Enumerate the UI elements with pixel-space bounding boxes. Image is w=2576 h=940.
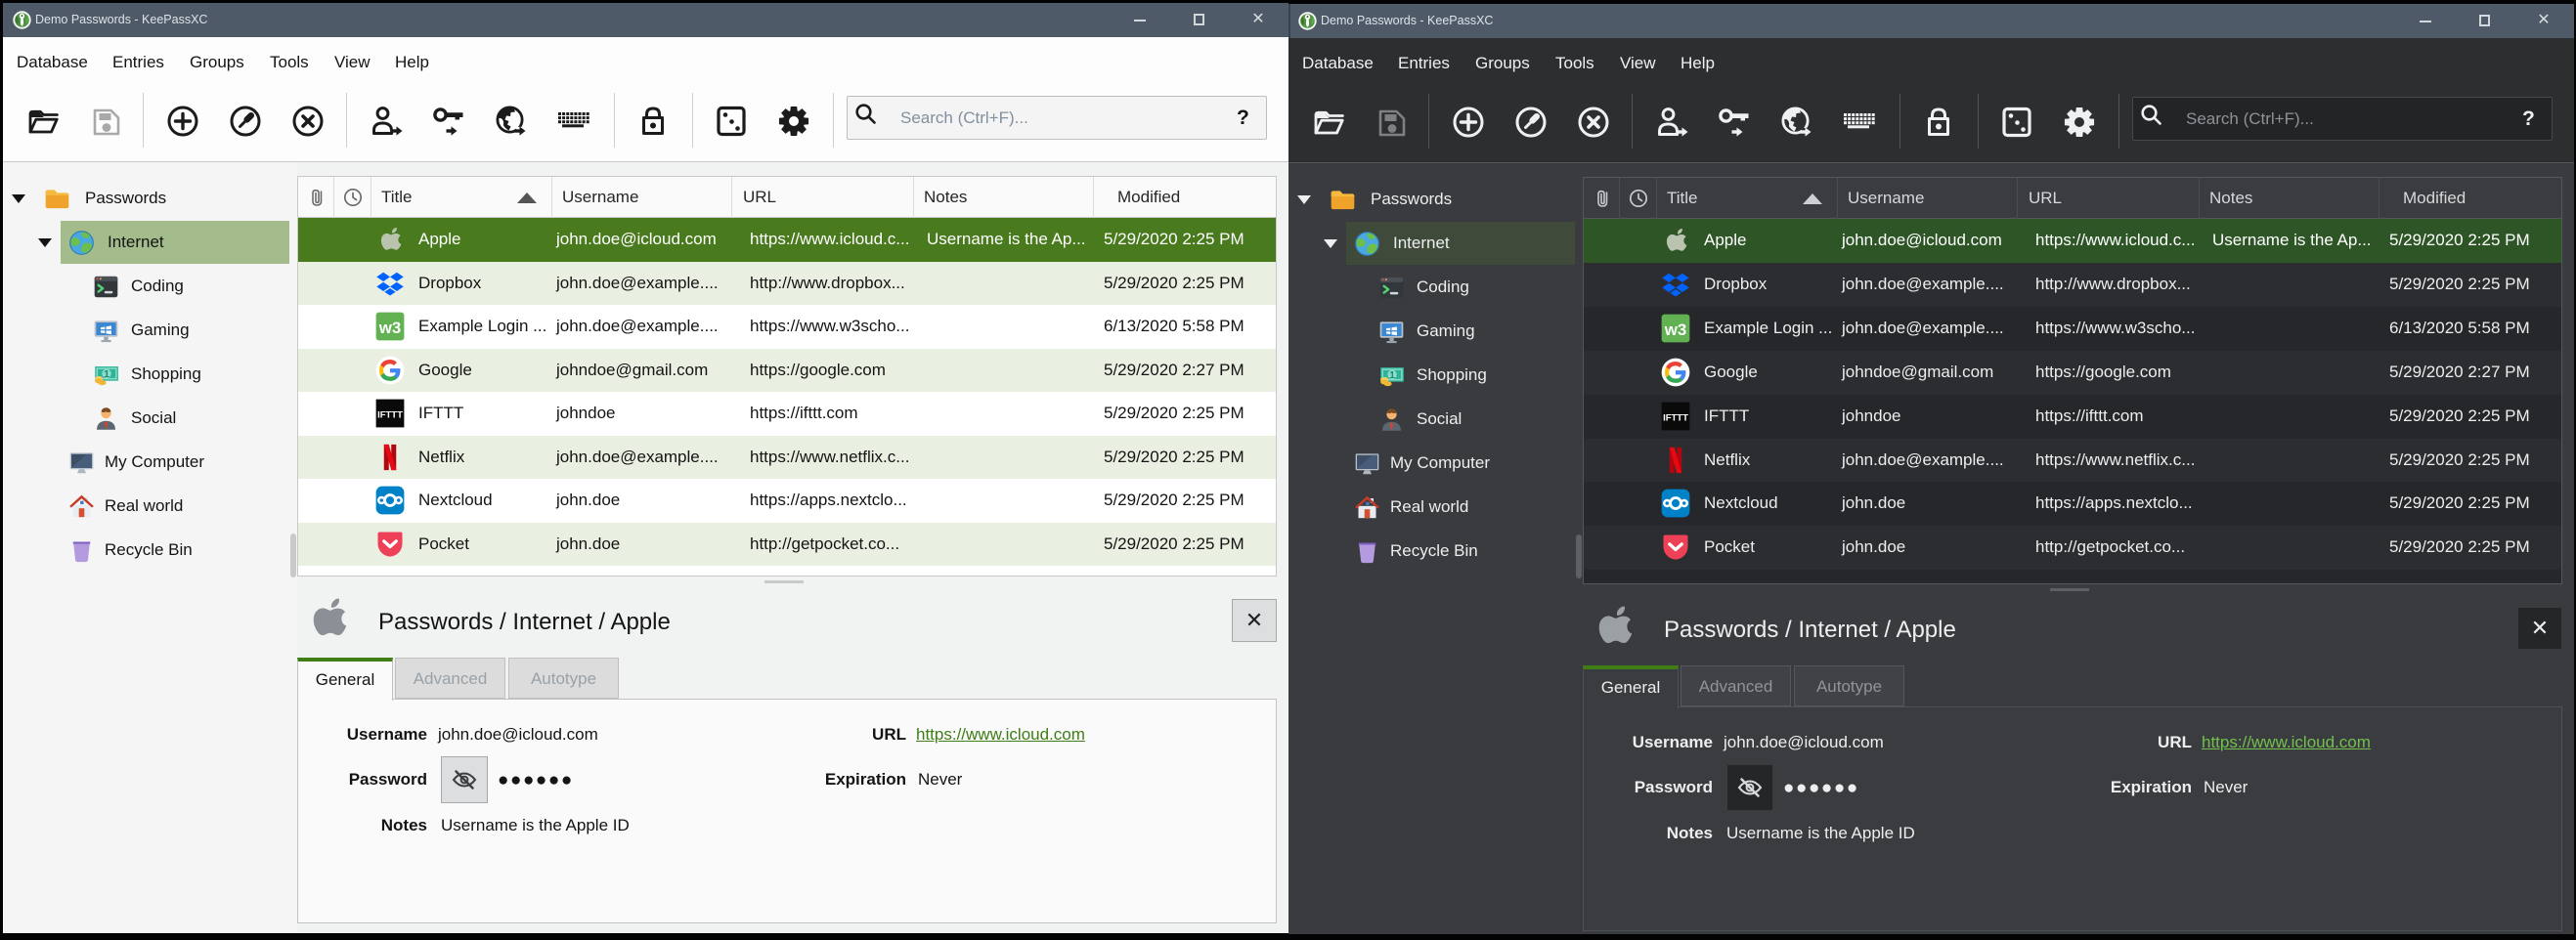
svg-text:w3: w3 [378,319,402,337]
svg-text:1: 1 [1389,370,1395,381]
svg-text:IFTTT: IFTTT [377,409,403,420]
svg-text:w3: w3 [1664,320,1687,339]
svg-text:IFTTT: IFTTT [1663,412,1688,423]
svg-text:1: 1 [104,369,109,380]
